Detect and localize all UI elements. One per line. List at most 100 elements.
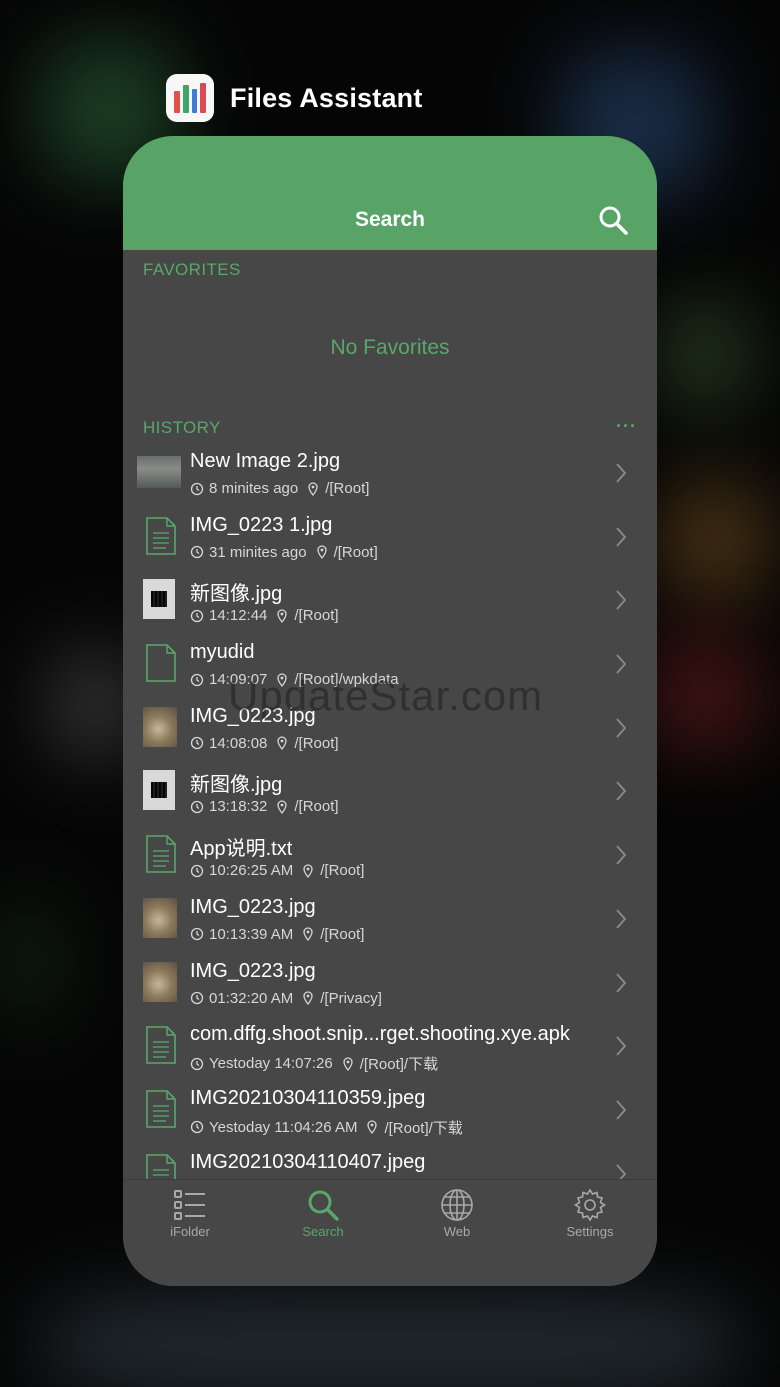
file-time: 01:32:20 AM — [209, 989, 294, 1007]
file-location: /[Privacy] — [320, 989, 382, 1007]
app-switcher-header[interactable]: Files Assistant — [166, 74, 423, 122]
tab-web[interactable]: Web — [412, 1188, 502, 1239]
history-clock-icon — [190, 864, 204, 877]
chevron-right-icon — [616, 1036, 627, 1056]
history-clock-icon — [190, 482, 204, 495]
file-name: IMG20210304110407.jpeg — [190, 1150, 426, 1173]
search-icon[interactable] — [597, 204, 629, 236]
file-time: 14:09:07 — [209, 671, 268, 689]
file-location: /[Root]/下载 — [359, 1056, 439, 1074]
file-location: /[Root] — [294, 798, 339, 816]
file-location: /[Root] — [320, 925, 365, 943]
file-time: 14:08:08 — [209, 734, 268, 752]
document-icon — [146, 1090, 176, 1128]
history-list: New Image 2.jpg 8 minites ago/[Root] IMG_0… — [123, 442, 657, 1179]
app-icon[interactable] — [166, 74, 214, 122]
history-clock-icon — [190, 737, 204, 750]
tab-settings[interactable]: Settings — [545, 1188, 635, 1239]
history-row[interactable]: com.dffg.shoot.snip...rget.shooting.xye.… — [123, 1015, 657, 1079]
file-time: 10:13:39 AM — [209, 925, 294, 943]
file-meta: 31 minites ago /[Root] — [190, 544, 378, 561]
file-name: com.dffg.shoot.snip...rget.shooting.xye.… — [190, 1023, 570, 1046]
history-row[interactable]: IMG20210304110359.jpeg Yestoday 11:04:26 … — [123, 1079, 657, 1143]
history-row[interactable]: 新图像.jpg 14:12:44 /[Root] — [123, 569, 657, 633]
history-row[interactable]: New Image 2.jpg 8 minites ago /[Root] — [123, 442, 657, 506]
tab-ifolder[interactable]: iFolder — [145, 1188, 235, 1239]
background-blur — [40, 1290, 740, 1387]
app-name: Files Assistant — [230, 82, 423, 113]
file-location: /[Root] — [294, 734, 339, 752]
file-name: myudid — [190, 641, 255, 664]
file-meta: 8 minites ago /[Root] — [190, 480, 369, 497]
location-pin-icon — [277, 672, 288, 687]
history-clock-icon — [190, 1057, 204, 1070]
file-name: 新图像.jpg — [190, 583, 283, 606]
history-clock-icon — [190, 546, 204, 559]
file-time: 8 minites ago — [209, 480, 299, 497]
globe-icon — [441, 1189, 473, 1221]
page-title: Search — [354, 208, 426, 231]
file-meta: 10:26:25 AM /[Root] — [190, 862, 364, 879]
chevron-right-icon — [616, 972, 627, 993]
history-header: HISTORY — [143, 418, 221, 437]
file-name: 新图像.jpg — [190, 774, 283, 797]
file-location: /[Root] — [325, 480, 370, 497]
history-row[interactable]: IMG_0223.jpg 01:32:20 AM /[Privacy] — [123, 952, 657, 1016]
file-name: New Image 2.jpg — [190, 450, 341, 472]
chevron-right-icon — [616, 845, 627, 865]
history-row[interactable]: IMG20210304110407.jpeg — [123, 1143, 657, 1179]
file-time: Yestoday 14:07:26 — [209, 1055, 333, 1073]
background-blur — [660, 480, 770, 600]
history-clock-icon — [190, 673, 204, 686]
chevron-right-icon — [616, 463, 627, 483]
history-clock-icon — [190, 991, 204, 1005]
history-clock-icon — [190, 1121, 204, 1134]
file-name: IMG_0223.jpg — [190, 704, 316, 727]
tab-bar: iFolder Search Web Settings — [123, 1179, 657, 1286]
file-meta: Yestoday 14:07:26 /[Root]/下载 — [190, 1053, 438, 1074]
file-name: IMG_0223.jpg — [190, 959, 316, 982]
tab-label: Search — [302, 1224, 344, 1239]
tab-search[interactable]: Search — [278, 1188, 368, 1239]
document-icon — [146, 835, 176, 873]
file-name: IMG20210304110359.jpeg — [190, 1086, 426, 1109]
file-meta: 14:09:07 /[Root]/wpkdata — [190, 671, 399, 688]
history-row[interactable]: App说明.txt 10:26:25 AM /[Root] — [123, 824, 657, 888]
file-meta: 14:12:44 /[Root] — [190, 607, 339, 624]
history-row[interactable]: IMG_0223.jpg 14:08:08 /[Root] — [123, 697, 657, 761]
location-pin-icon — [343, 1057, 353, 1071]
history-row[interactable]: IMG_0223.jpg 10:13:39 AM /[Root] — [123, 888, 657, 952]
history-row[interactable]: IMG_0223 1.jpg 31 minites ago /[Root] — [123, 506, 657, 570]
tab-label: Settings — [566, 1224, 614, 1239]
background-blur — [650, 640, 760, 750]
no-favorites-text: No Favorites — [330, 336, 450, 359]
tab-label: iFolder — [170, 1224, 210, 1239]
file-time: 14:12:44 — [209, 607, 268, 625]
history-row[interactable]: 新图像.jpg 13:18:32 /[Root] — [123, 760, 657, 824]
image-thumbnail — [137, 456, 181, 488]
file-time: 31 minites ago — [209, 543, 307, 561]
background-blur — [0, 900, 60, 1020]
document-icon — [146, 1153, 176, 1179]
search-icon — [308, 1190, 339, 1221]
location-pin-icon — [303, 863, 313, 878]
history-row[interactable]: myudid 14:09:07 /[Root]/wpkdata — [123, 633, 657, 697]
file-meta: 14:08:08 /[Root] — [190, 735, 339, 752]
file-meta: 01:32:20 AM /[Privacy] — [190, 990, 382, 1007]
location-pin-icon — [303, 927, 313, 942]
navigation-bar: Search — [123, 136, 657, 250]
file-location: /[Root]/wpkdata — [294, 671, 399, 689]
location-pin-icon — [277, 609, 288, 623]
file-name: App说明.txt — [190, 838, 293, 861]
location-pin-icon — [277, 800, 288, 814]
file-meta: 13:18:32 /[Root] — [190, 798, 339, 815]
app-card[interactable]: Search FAVORITES No Favorites HISTORY ··… — [123, 136, 657, 1286]
file-name: IMG_0223.jpg — [190, 895, 316, 918]
file-meta: 10:13:39 AM /[Root] — [190, 926, 364, 943]
qr-thumbnail — [143, 579, 175, 620]
image-thumbnail — [143, 961, 177, 1002]
file-location: /[Root] — [320, 862, 365, 880]
more-button[interactable]: ··· — [616, 416, 637, 437]
file-time: 10:26:25 AM — [209, 862, 294, 880]
file-meta: Yestoday 11:04:26 AM /[Root]/下载 — [190, 1117, 463, 1138]
